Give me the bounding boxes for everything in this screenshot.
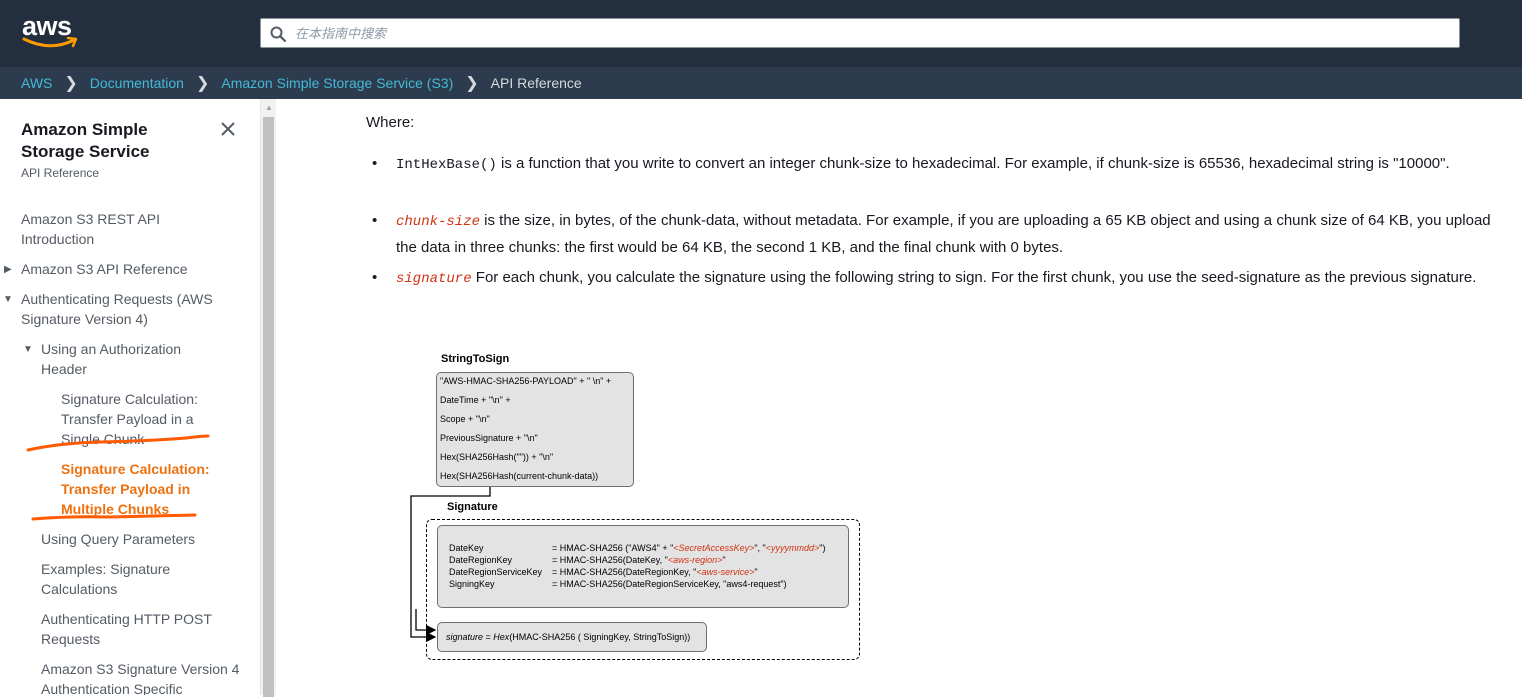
scrollbar-thumb[interactable] (263, 117, 274, 697)
search-icon (270, 26, 287, 43)
final-signature-formula: signature = Hex(HMAC-SHA256 ( SigningKey… (446, 632, 691, 642)
sidebar-item-single-chunk[interactable]: Signature Calculation: Transfer Payload … (61, 389, 221, 449)
sidebar-item-query-parameters[interactable]: Using Query Parameters (41, 529, 241, 549)
chevron-right-icon: ❯ (465, 75, 479, 92)
search-box[interactable] (260, 18, 1460, 48)
sidebar-title[interactable]: Amazon Simple Storage Service (21, 119, 211, 163)
caret-down-icon[interactable]: ▼ (3, 294, 13, 305)
code-inthexbase: IntHexBase() (396, 157, 497, 173)
top-navigation-bar: aws (0, 0, 1522, 67)
key-name: SigningKey (449, 579, 495, 589)
sidebar-subtitle: API Reference (21, 166, 100, 180)
signature-label: Signature (447, 501, 498, 513)
chevron-right-icon: ❯ (195, 75, 210, 92)
caret-down-icon[interactable]: ▼ (23, 344, 33, 355)
string-to-sign-label: StringToSign (441, 353, 510, 365)
sts-line: "AWS-HMAC-SHA256-PAYLOAD" + " \n" + (440, 376, 612, 386)
sidebar-item-http-post[interactable]: Authenticating HTTP POST Requests (41, 609, 231, 649)
sts-line: Hex(SHA256Hash("")) + "\n" (440, 452, 554, 462)
string-to-sign-box: "AWS-HMAC-SHA256-PAYLOAD" + " \n" + Date… (436, 372, 634, 487)
chevron-right-icon: ❯ (64, 75, 78, 92)
key-name: DateKey (449, 543, 484, 553)
key-name: DateRegionServiceKey (449, 567, 543, 577)
sidebar-item-sigv4-specific[interactable]: Amazon S3 Signature Version 4 Authentica… (41, 659, 241, 695)
breadcrumb: AWS ❯ Documentation ❯ Amazon Simple Stor… (21, 67, 582, 99)
sts-line: Hex(SHA256Hash(current-chunk-data)) (440, 471, 599, 481)
bullet-text: For each chunk, you calculate the signat… (471, 269, 1477, 286)
sidebar-item-signature-examples[interactable]: Examples: Signature Calculations (41, 559, 191, 599)
sidebar-item-api-reference[interactable]: Amazon S3 API Reference (21, 259, 241, 279)
scroll-up-icon[interactable]: ▲ (265, 103, 273, 112)
sidebar-item-rest-api-intro[interactable]: Amazon S3 REST API Introduction (21, 209, 191, 249)
key-formula: = HMAC-SHA256 ("AWS4" + "<SecretAccessKe… (552, 543, 826, 553)
breadcrumb-bar: AWS ❯ Documentation ❯ Amazon Simple Stor… (0, 67, 1522, 99)
sidebar-item-multiple-chunks[interactable]: Signature Calculation: Transfer Payload … (61, 459, 221, 519)
bullet-chunk-size: • chunk-size is the size, in bytes, of t… (372, 208, 1506, 260)
sidebar-scrollbar[interactable]: ▲ (260, 99, 276, 697)
code-signature: signature (396, 271, 472, 287)
sts-line: PreviousSignature + "\n" (440, 433, 538, 443)
signing-key-box: DateKey = HMAC-SHA256 ("AWS4" + "<Secret… (437, 525, 849, 608)
breadcrumb-documentation[interactable]: Documentation (90, 75, 184, 91)
bullet-signature: • signature For each chunk, you calculat… (372, 265, 1506, 292)
sidebar-item-authenticating-requests[interactable]: Authenticating Requests (AWS Signature V… (21, 289, 241, 329)
breadcrumb-current: API Reference (490, 75, 582, 91)
main-content: Where: • IntHexBase() is a function that… (276, 99, 1522, 695)
bullet-dot: • (372, 269, 378, 286)
search-input[interactable] (295, 19, 1445, 47)
caret-right-icon[interactable]: ▶ (4, 264, 12, 275)
bullet-inthexbase: • IntHexBase() is a function that you wr… (372, 151, 1506, 178)
key-name: DateRegionKey (449, 555, 513, 565)
aws-logo[interactable]: aws (22, 12, 82, 54)
sidebar-item-authorization-header[interactable]: Using an Authorization Header (41, 339, 211, 379)
code-chunk-size: chunk-size (396, 214, 481, 230)
bullet-text: is the size, in bytes, of the chunk-data… (396, 212, 1491, 256)
final-signature-box: signature = Hex(HMAC-SHA256 ( SigningKey… (437, 622, 707, 652)
bullet-text: is a function that you write to convert … (496, 155, 1450, 172)
where-label: Where: (366, 114, 415, 131)
sts-line: DateTime + "\n" + (440, 395, 511, 405)
aws-smile-icon (22, 36, 78, 48)
sidebar-navigation: Amazon Simple Storage Service API Refere… (0, 99, 260, 695)
key-formula: = HMAC-SHA256(DateRegionServiceKey, "aws… (552, 579, 787, 589)
key-formula: = HMAC-SHA256(DateKey, "<aws-region>" (552, 555, 726, 565)
breadcrumb-aws[interactable]: AWS (21, 75, 52, 91)
close-icon[interactable] (218, 119, 238, 139)
bullet-dot: • (372, 155, 378, 172)
signature-diagram: StringToSign "AWS-HMAC-SHA256-PAYLOAD" +… (406, 347, 866, 667)
sts-line: Scope + "\n" (440, 414, 490, 424)
key-formula: = HMAC-SHA256(DateRegionKey, "<aws-servi… (552, 567, 758, 577)
breadcrumb-s3[interactable]: Amazon Simple Storage Service (S3) (221, 75, 453, 91)
bullet-dot: • (372, 212, 378, 229)
